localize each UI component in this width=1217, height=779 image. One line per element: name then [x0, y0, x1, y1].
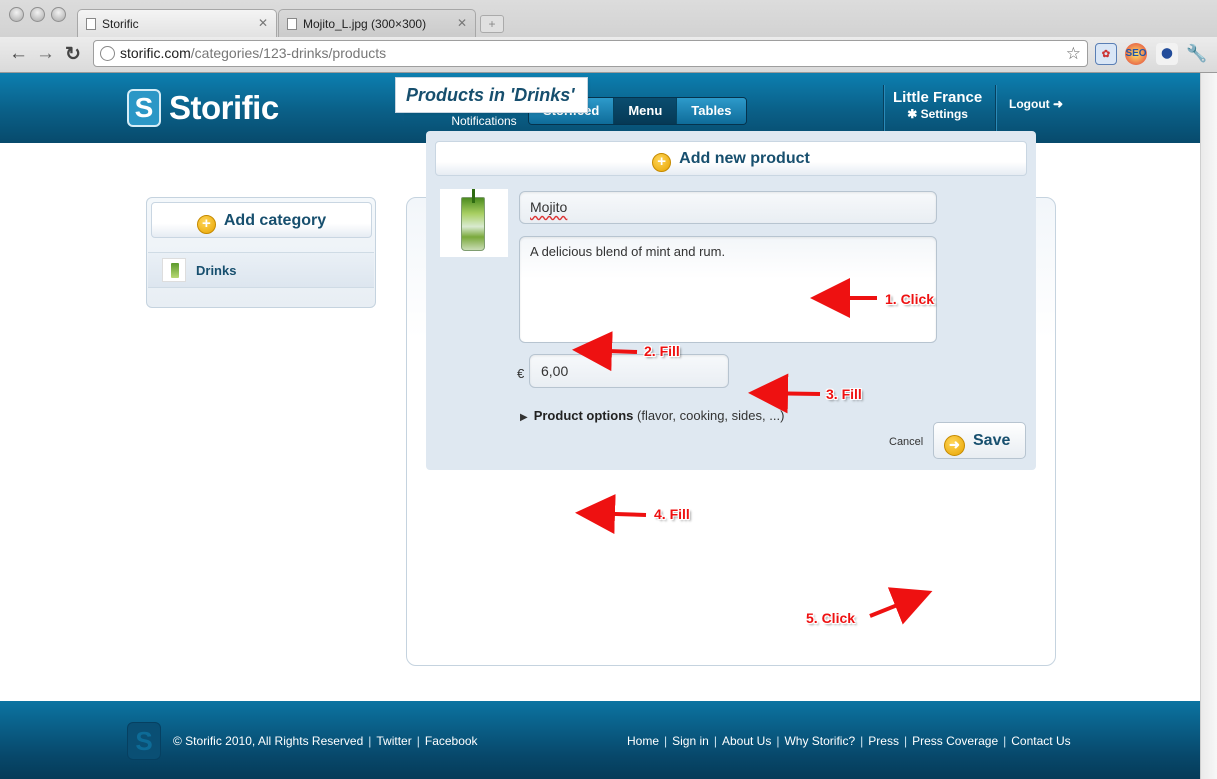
copyright-text: © Storific 2010, All Rights Reserved	[173, 734, 364, 748]
annotation-arrow-2	[572, 331, 638, 372]
site-footer: S © Storific 2010, All Rights Reserved | T…	[0, 701, 1200, 779]
footer-link-sign-in[interactable]: Sign in	[672, 734, 709, 748]
footer-link-contact-us[interactable]: Contact Us	[1011, 734, 1070, 748]
footer-link-press-coverage[interactable]: Press Coverage	[912, 734, 998, 748]
annotation-arrow-4	[575, 494, 647, 535]
footer-link-press[interactable]: Press	[868, 734, 899, 748]
footer-link-home[interactable]: Home	[627, 734, 659, 748]
annotation-label: 4. Fill	[654, 506, 690, 522]
vertical-scrollbar[interactable]	[1200, 73, 1217, 779]
annotation-label: 1. Click	[885, 291, 935, 307]
annotation-label: 2. Fill	[644, 343, 680, 359]
annotation-arrows	[572, 278, 933, 625]
annotation-label: 3. Fill	[826, 386, 862, 402]
footer-link-about-us[interactable]: About Us	[722, 734, 771, 748]
annotation-label: 5. Click	[806, 610, 856, 626]
footer-nav: Home | Sign in | About Us | Why Storific? | Pres…	[627, 734, 1071, 748]
footer-link-why-storific[interactable]: Why Storific?	[784, 734, 855, 748]
footer-link-twitter[interactable]: Twitter	[376, 734, 411, 748]
footer-link-facebook[interactable]: Facebook	[425, 734, 478, 748]
annotation-arrow-3	[748, 373, 821, 414]
footer-logo-icon: S	[127, 722, 161, 760]
footer-left: © Storific 2010, All Rights Reserved | Twi…	[173, 734, 478, 748]
annotation-arrow-5	[869, 587, 933, 625]
